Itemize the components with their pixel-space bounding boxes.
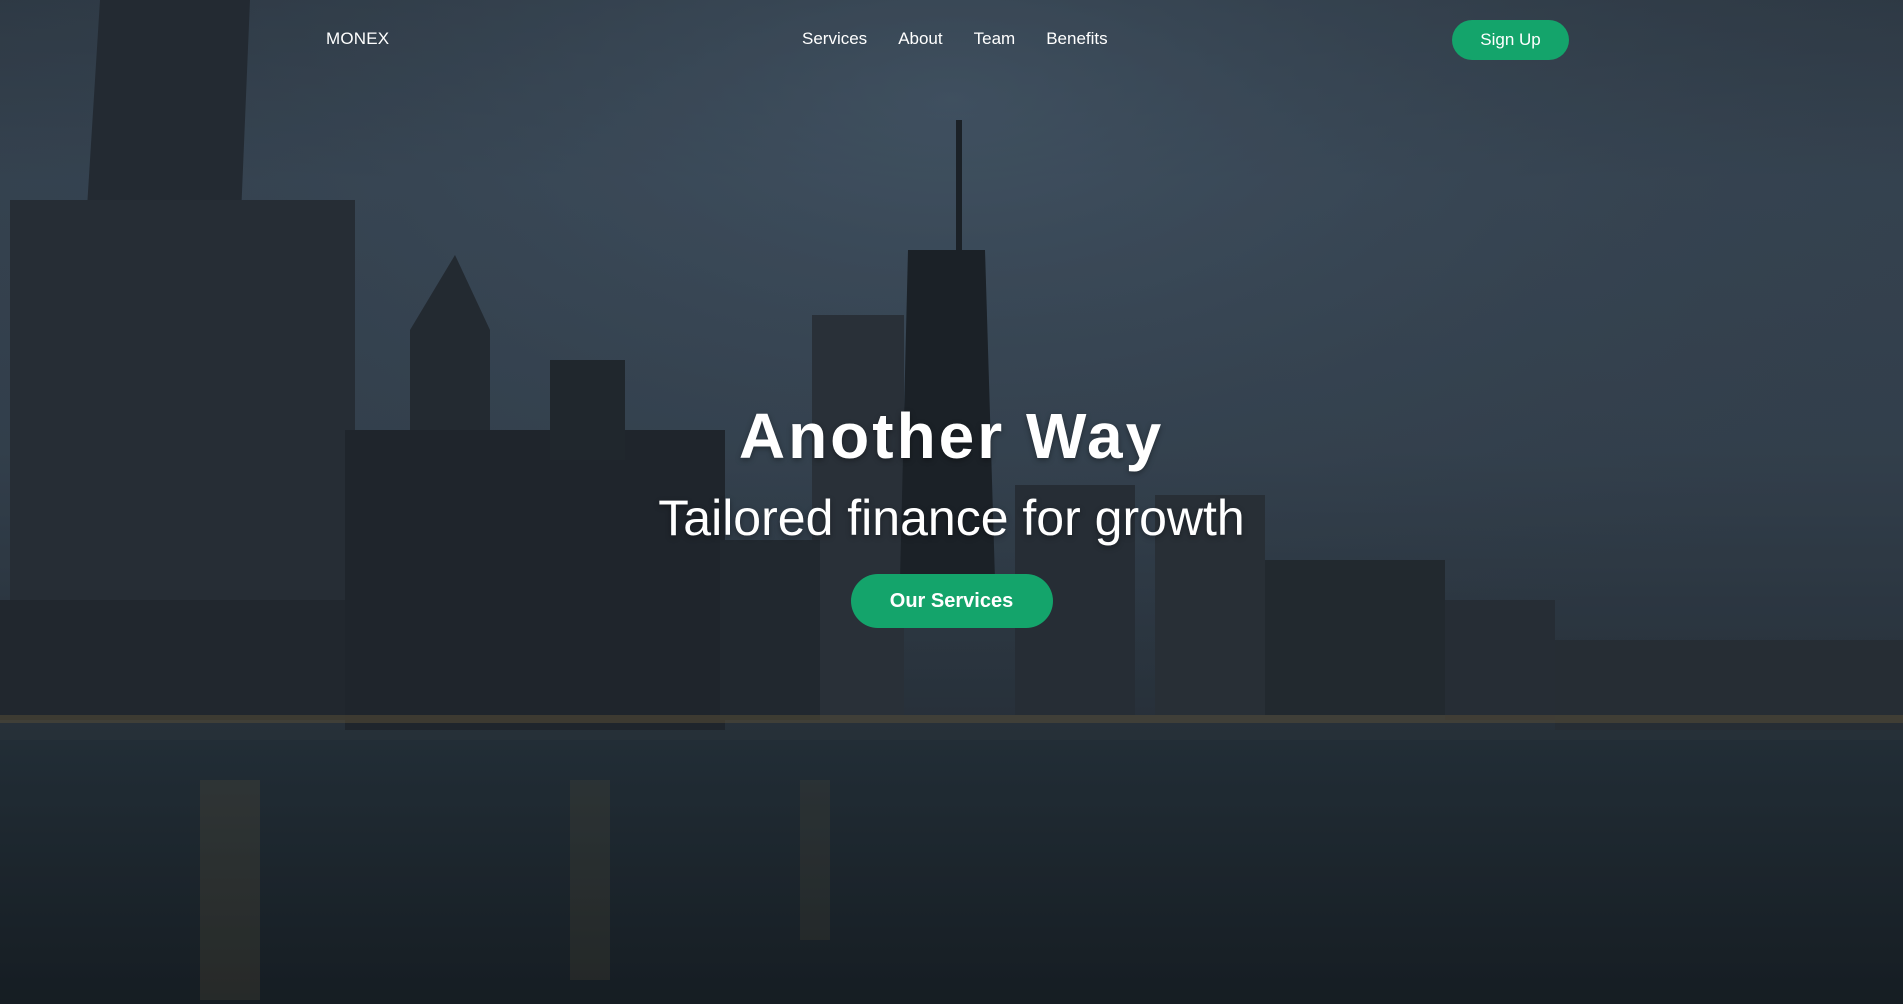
- top-navigation: MONEX Services About Team Benefits Sign …: [0, 0, 1903, 80]
- nav-link-team[interactable]: Team: [974, 29, 1016, 49]
- hero-title: Another Way: [738, 400, 1165, 472]
- nav-link-services[interactable]: Services: [802, 29, 867, 49]
- brand-logo[interactable]: MONEX: [326, 29, 389, 49]
- nav-link-benefits[interactable]: Benefits: [1046, 29, 1107, 49]
- nav-links: Services About Team Benefits: [802, 29, 1108, 49]
- hero-subtitle: Tailored finance for growth: [658, 490, 1245, 546]
- hero-section: MONEX Services About Team Benefits Sign …: [0, 0, 1903, 1004]
- sign-up-button[interactable]: Sign Up: [1452, 20, 1569, 60]
- hero-content: Another Way Tailored finance for growth …: [0, 394, 1903, 628]
- our-services-button[interactable]: Our Services: [850, 574, 1053, 628]
- nav-link-about[interactable]: About: [898, 29, 942, 49]
